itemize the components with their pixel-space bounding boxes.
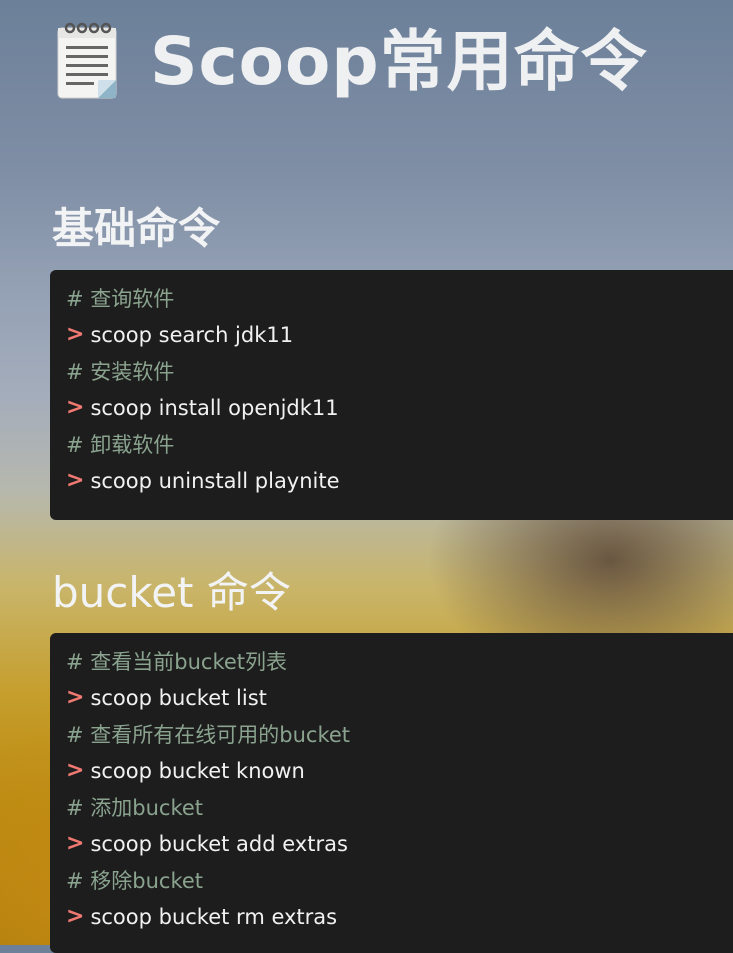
code-comment: # 移除bucket <box>66 869 204 894</box>
code-command: scoop bucket rm extras <box>90 904 338 929</box>
code-comment: # 安装软件 <box>66 360 175 385</box>
code-comment: # 卸载软件 <box>66 433 175 458</box>
code-line: > scoop bucket add extras <box>66 826 733 863</box>
code-comment: # 查看所有在线可用的bucket <box>66 723 351 748</box>
code-command: scoop bucket list <box>90 685 267 710</box>
code-line: # 卸载软件 <box>66 426 733 463</box>
prompt-chevron-icon: > <box>66 395 85 421</box>
code-command: scoop search jdk11 <box>90 322 294 347</box>
page-header: Scoop常用命令 <box>56 12 648 112</box>
code-line: > scoop bucket list <box>66 680 733 717</box>
prompt-chevron-icon: > <box>66 831 85 857</box>
code-line: > scoop search jdk11 <box>66 317 733 354</box>
code-line: > scoop bucket known <box>66 753 733 790</box>
code-line: # 查询软件 <box>66 280 733 317</box>
code-line: > scoop bucket rm extras <box>66 899 733 936</box>
page-title: Scoop常用命令 <box>150 23 648 100</box>
code-line: # 安装软件 <box>66 353 733 390</box>
code-block-bucket[interactable]: # 查看当前bucket列表 > scoop bucket list # 查看所有… <box>50 633 733 953</box>
code-line: # 添加bucket <box>66 789 733 826</box>
code-line: # 查看当前bucket列表 <box>66 643 733 680</box>
code-comment: # 查询软件 <box>66 287 175 312</box>
code-line: # 移除bucket <box>66 862 733 899</box>
code-command: scoop install openjdk11 <box>90 395 339 420</box>
prompt-chevron-icon: > <box>66 468 85 494</box>
section-heading-basic: 基础命令 <box>52 204 221 253</box>
code-command: scoop bucket add extras <box>90 831 348 856</box>
prompt-chevron-icon: > <box>66 904 85 930</box>
prompt-chevron-icon: > <box>66 685 85 711</box>
code-command: scoop bucket known <box>90 758 305 783</box>
code-line: > scoop uninstall playnite <box>66 463 733 500</box>
code-comment: # 查看当前bucket列表 <box>66 650 288 675</box>
prompt-chevron-icon: > <box>66 758 85 784</box>
code-command: scoop uninstall playnite <box>90 468 340 493</box>
code-comment: # 添加bucket <box>66 796 204 821</box>
section-heading-bucket: bucket 命令 <box>52 568 291 617</box>
prompt-chevron-icon: > <box>66 322 85 348</box>
code-line: # 查看所有在线可用的bucket <box>66 716 733 753</box>
code-block-basic[interactable]: # 查询软件 > scoop search jdk11 # 安装软件 > scoop… <box>50 270 733 520</box>
notepad-icon <box>56 20 150 104</box>
code-line: > scoop install openjdk11 <box>66 390 733 427</box>
